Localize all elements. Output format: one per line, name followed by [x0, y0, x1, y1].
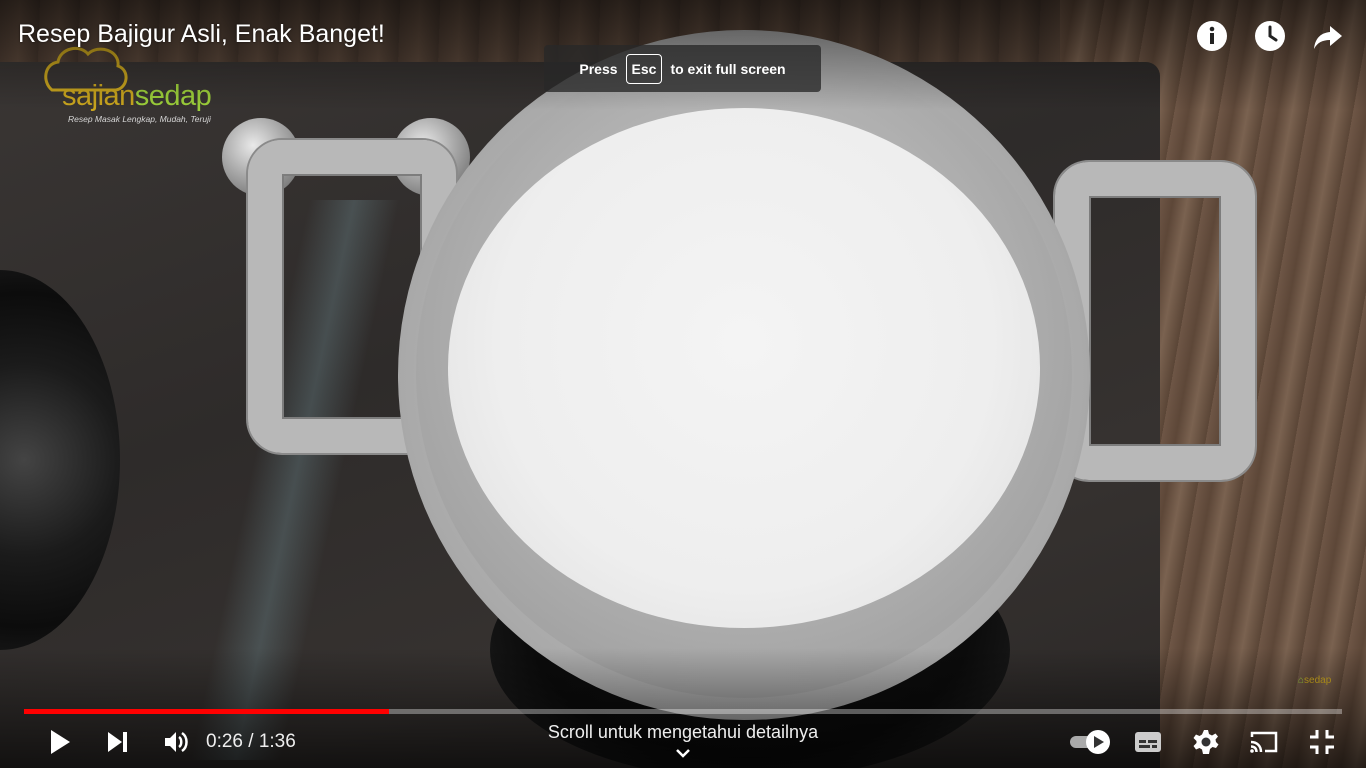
next-button[interactable]	[96, 722, 140, 762]
exit-fullscreen-button[interactable]	[1300, 722, 1344, 762]
exit-fullscreen-icon	[1310, 730, 1334, 754]
settings-button[interactable]	[1184, 722, 1228, 762]
next-icon	[108, 732, 127, 752]
progress-played	[24, 709, 390, 714]
share-icon[interactable]	[1310, 18, 1346, 54]
watch-later-icon[interactable]	[1252, 18, 1288, 54]
left-controls: 0:26 / 1:36	[38, 722, 296, 762]
volume-icon	[165, 731, 188, 753]
info-icon[interactable]	[1194, 18, 1230, 54]
current-time: 0:26	[206, 731, 243, 752]
cast-button[interactable]	[1242, 722, 1286, 762]
settings-icon	[1193, 730, 1219, 754]
progress-bar[interactable]	[24, 709, 1342, 714]
subtitles-icon	[1135, 732, 1161, 752]
time-separator: /	[248, 731, 254, 752]
coconut-milk	[448, 108, 1040, 628]
scroll-hint[interactable]: Scroll untuk mengetahui detailnya	[480, 722, 886, 743]
mute-button[interactable]	[154, 722, 198, 762]
video-title[interactable]: Resep Bajigur Asli, Enak Banget!	[18, 20, 385, 49]
toast-suffix-text: to exit full screen	[670, 60, 786, 77]
autoplay-toggle[interactable]	[1068, 722, 1112, 762]
play-icon	[51, 730, 70, 754]
brand-tagline: Resep Masak Lengkap, Mudah, Teruji	[68, 114, 211, 124]
play-button[interactable]	[38, 722, 82, 762]
top-actions	[1194, 18, 1346, 54]
cast-icon	[1250, 731, 1278, 753]
esc-key-badge: Esc	[625, 53, 663, 84]
toast-press-text: Press	[579, 60, 618, 77]
duration: 1:36	[258, 731, 296, 752]
right-controls	[1068, 722, 1344, 762]
exit-fullscreen-toast: Press Esc to exit full screen	[544, 45, 821, 92]
subtitles-button[interactable]	[1126, 722, 1170, 762]
chevron-down-icon[interactable]	[673, 746, 693, 765]
time-display: 0:26 / 1:36	[206, 731, 296, 753]
autoplay-icon	[1070, 730, 1110, 754]
